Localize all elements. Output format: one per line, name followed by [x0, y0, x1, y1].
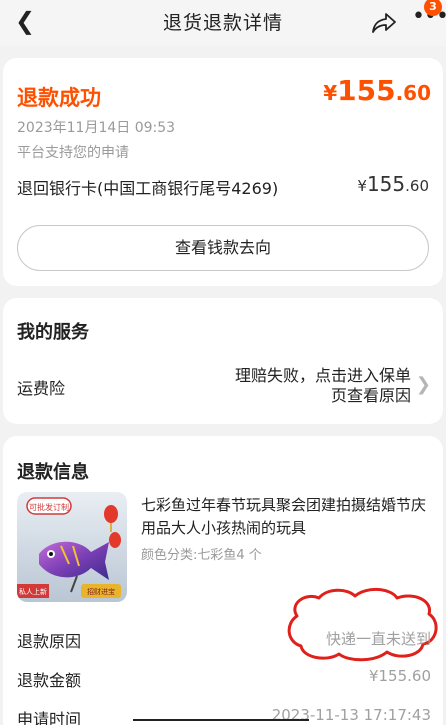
refund-amount-decimal: .60: [395, 81, 431, 105]
chevron-right-icon[interactable]: ❯: [416, 374, 431, 395]
destination-amount-integer: 155: [366, 172, 406, 196]
shipping-insurance-label: 运费险: [17, 379, 66, 398]
apply-time-label: 申请时间: [17, 710, 82, 725]
redaction-cloud-mark: [287, 588, 438, 662]
refund-amount-currency: ¥: [323, 81, 338, 105]
refund-destination: 退回银行卡(中国工商银行尾号4269): [17, 179, 279, 198]
product-sku: 颜色分类:七彩鱼4 个: [141, 548, 262, 563]
refund-reason-label: 退款原因: [17, 632, 82, 651]
destination-amount-currency: ¥: [357, 177, 367, 195]
support-text: 平台支持您的申请: [17, 145, 129, 161]
insurance-claim-status[interactable]: 理赔失败，点击进入保单页查看原因: [231, 366, 411, 406]
services-title: 我的服务: [17, 322, 89, 343]
destination-amount: ¥155.60: [357, 172, 429, 196]
product-image-label-left: 私人上新: [19, 587, 47, 596]
refund-info-title: 退款信息: [17, 462, 89, 483]
refund-amount-integer: 155: [337, 74, 396, 107]
product-title[interactable]: 七彩鱼过年春节玩具聚会团建拍摄结婚节庆用品大人小孩热闹的玩具: [141, 494, 431, 540]
refund-amount-value: ¥155.60: [368, 667, 431, 685]
track-money-button[interactable]: 查看钱款去向: [17, 225, 429, 271]
underline-mark: [133, 719, 309, 721]
refund-summary-card: 退款成功 ¥155.60 2023年11月14日 09:53 平台支持您的申请 …: [3, 58, 443, 286]
top-nav-bar: ❮ 退货退款详情 ••• 3: [0, 0, 446, 46]
destination-amount-decimal: .60: [405, 177, 429, 195]
product-image-label-right: 招财进宝: [87, 587, 115, 596]
refund-reason-value: 快递一直未送到: [325, 630, 431, 648]
product-image-tag: 可批发订制: [29, 502, 69, 512]
apply-time-value: 2023-11-13 17:17:43: [271, 706, 431, 724]
refund-date: 2023年11月14日 09:53: [17, 120, 176, 136]
refund-status: 退款成功: [17, 86, 101, 110]
share-icon[interactable]: [370, 9, 398, 37]
refund-detail-page: ❮ 退货退款详情 ••• 3 退款成功 ¥155.60 2023年11月14日 …: [0, 0, 446, 725]
refund-amount: ¥155.60: [323, 74, 431, 107]
product-image[interactable]: 可批发订制 私人上新 招财进宝: [17, 492, 127, 602]
my-services-card: 我的服务 运费险 理赔失败，点击进入保单页查看原因 ❯: [3, 298, 443, 424]
refund-amount-label: 退款金额: [17, 671, 82, 690]
refund-info-card: 退款信息 可批发订制 私人上新 招财进宝 七彩鱼过年春节玩具聚会团建拍摄结婚节庆…: [3, 436, 443, 725]
